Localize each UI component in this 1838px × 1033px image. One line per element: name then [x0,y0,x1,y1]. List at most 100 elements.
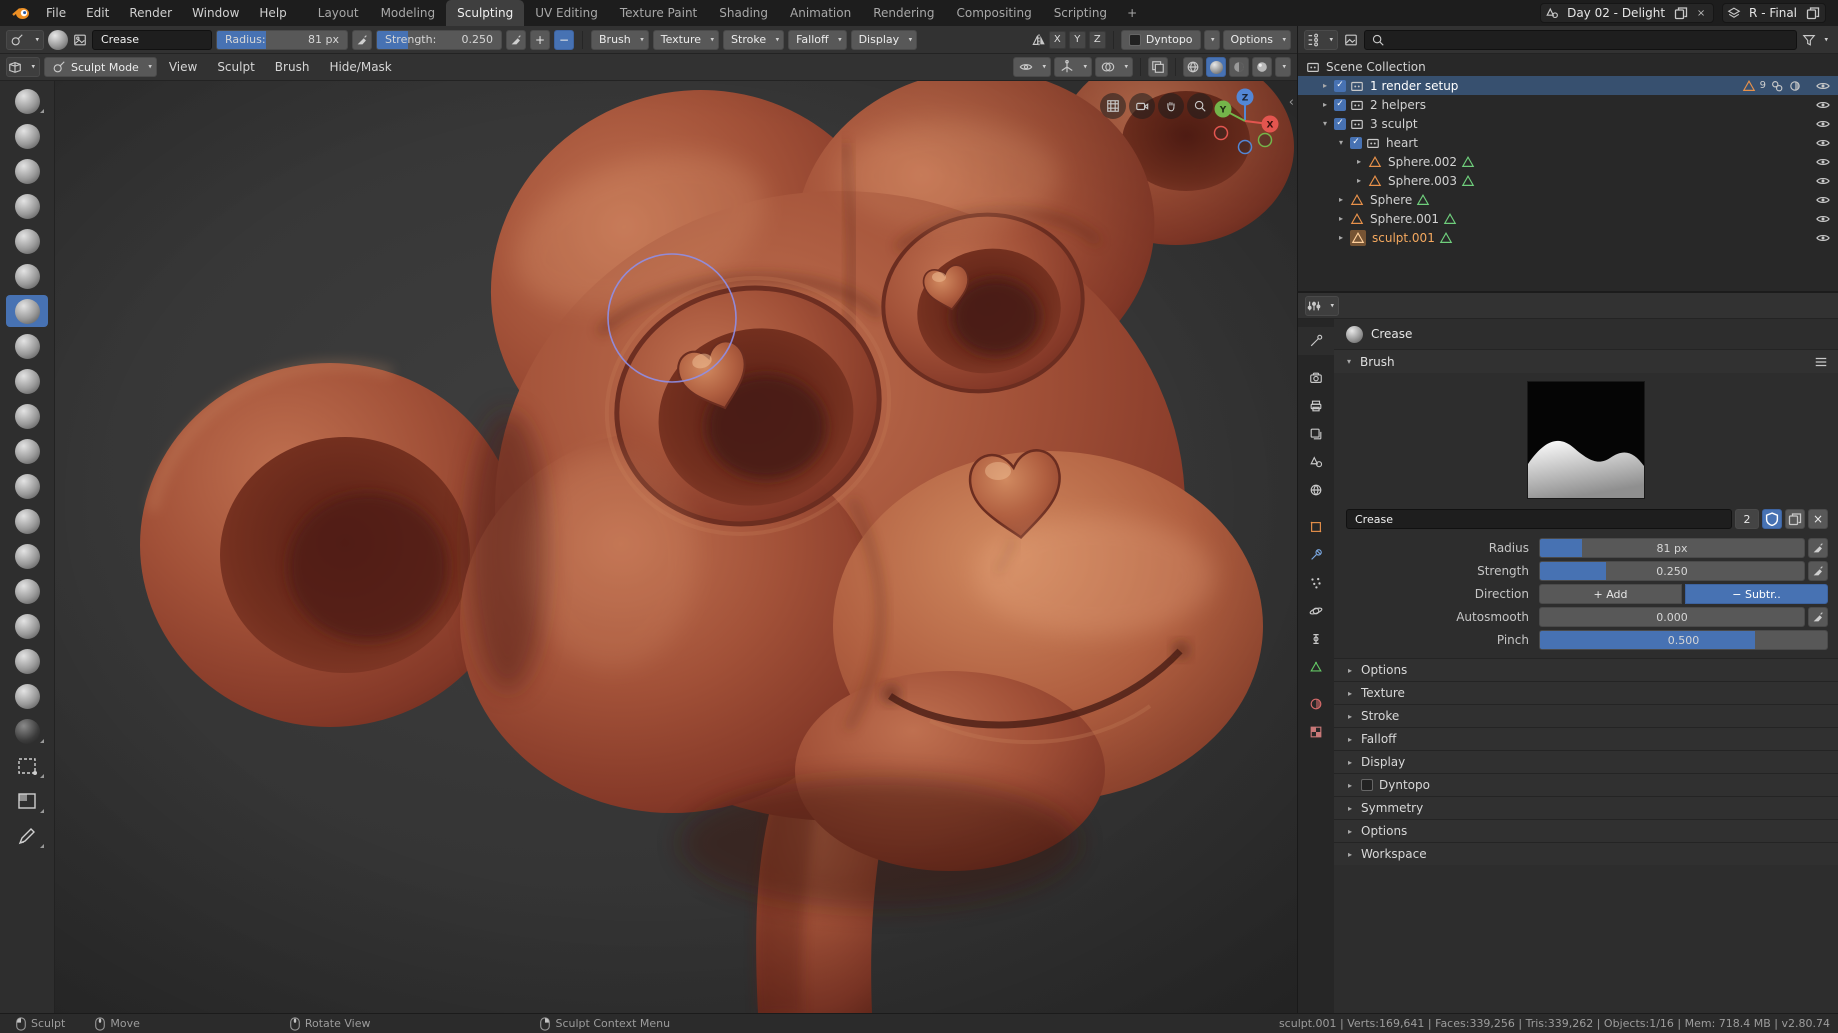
shading-wireframe-button[interactable] [1183,57,1203,77]
strength-pressure-toggle[interactable] [506,29,526,50]
visibility-toggle[interactable] [1816,117,1830,131]
tab-view-layer[interactable] [1298,420,1334,448]
menu-file[interactable]: File [36,6,76,20]
outliner-row-helpers[interactable]: ▸ ✓ 2 helpers [1298,95,1838,114]
brush-dropdown[interactable]: Brush ▾ [591,29,649,50]
outliner-editor-dropdown[interactable]: ▾ [1304,29,1338,50]
brush-smooth-button[interactable] [6,330,48,362]
blender-logo-menu[interactable] [8,4,34,22]
brush-mask-button[interactable] [6,715,48,747]
tab-texture[interactable] [1298,718,1334,746]
panel-menu-icon[interactable] [1814,355,1828,369]
stroke-dropdown[interactable]: Stroke ▾ [723,29,785,50]
outliner-row-sculpt-001[interactable]: ▸ sculpt.001 [1298,228,1838,247]
display-dropdown[interactable]: Display ▾ [850,29,918,50]
outliner-item-label[interactable]: Sphere [1368,193,1412,207]
visibility-toggle[interactable] [1816,174,1830,188]
brush-elastic-deform-button[interactable] [6,540,48,572]
brush-grab-button[interactable] [6,505,48,537]
outliner-row-heart[interactable]: ▾ ✓ heart [1298,133,1838,152]
visibility-toggle[interactable] [1816,212,1830,226]
dyntopo-toggle[interactable]: Dyntopo [1120,29,1201,50]
camera-view-button[interactable] [1129,93,1155,119]
workspace-tab-animation[interactable]: Animation [779,0,862,26]
shading-rendered-button[interactable] [1252,57,1272,77]
brush-pinch-button[interactable] [6,470,48,502]
shading-solid-button[interactable] [1206,57,1226,77]
panel-symmetry[interactable]: ▸ Symmetry [1334,796,1838,819]
brush-panel-header[interactable]: ▾ Brush [1334,349,1838,373]
collection-checkbox[interactable]: ✓ [1334,117,1346,130]
panel-falloff[interactable]: ▸ Falloff [1334,727,1838,750]
workspace-tab-shading[interactable]: Shading [708,0,779,26]
visibility-toggle[interactable] [1816,79,1830,93]
visibility-toggle[interactable] [1816,155,1830,169]
outliner-item-label[interactable]: 2 helpers [1368,98,1426,112]
outliner-row-sphere[interactable]: ▸ Sphere [1298,190,1838,209]
tab-output[interactable] [1298,392,1334,420]
collection-checkbox[interactable]: ✓ [1350,136,1362,149]
gizmo-axis-x-negative[interactable] [1213,125,1229,141]
outliner-row-sphere-002[interactable]: ▸ Sphere.002 [1298,152,1838,171]
strength-pressure-toggle[interactable] [1808,561,1828,581]
workspace-tab-texture-paint[interactable]: Texture Paint [609,0,708,26]
brush-thumb-button[interactable] [6,610,48,642]
visibility-toggle[interactable] [1816,98,1830,112]
dyntopo-checkbox[interactable] [1128,33,1141,46]
search-input[interactable] [1390,33,1790,46]
direction-subtract-toggle[interactable]: − [554,29,574,50]
brush-flatten-button[interactable] [6,365,48,397]
menu-help[interactable]: Help [249,6,296,20]
tab-scene[interactable] [1298,448,1334,476]
tab-material[interactable] [1298,690,1334,718]
workspace-tab-rendering[interactable]: Rendering [862,0,945,26]
outliner-item-label[interactable]: 3 sculpt [1368,117,1418,131]
menu-window[interactable]: Window [182,6,249,20]
brush-nudge-button[interactable] [6,645,48,677]
tab-object[interactable] [1298,513,1334,541]
brush-box-hide-button[interactable] [6,785,48,817]
disclosure-triangle-icon[interactable]: ▸ [1336,214,1346,223]
outliner-item-label[interactable]: Scene Collection [1324,60,1426,74]
delete-scene-button[interactable]: × [1693,5,1709,21]
outliner-item-label[interactable]: heart [1384,136,1418,150]
outliner-item-label[interactable]: sculpt.001 [1370,231,1435,245]
brush-fill-button[interactable] [6,400,48,432]
tab-tool[interactable] [1298,327,1334,355]
collection-checkbox[interactable]: ✓ [1334,98,1346,111]
brush-inflate-button[interactable] [6,225,48,257]
tool-annotate-button[interactable] [6,820,48,852]
brush-preview-image[interactable] [1527,381,1645,499]
workspace-tab-compositing[interactable]: Compositing [945,0,1042,26]
outliner-row-sphere-003[interactable]: ▸ Sphere.003 [1298,171,1838,190]
menu-hide-mask[interactable]: Hide/Mask [321,60,399,74]
mirror-z-toggle[interactable]: Z [1088,30,1106,49]
sidebar-toggle-arrow[interactable]: ‹ [1289,95,1294,110]
pinch-slider[interactable]: 0.500 [1539,630,1828,650]
outliner-item-label[interactable]: Sphere.002 [1386,155,1457,169]
panel-display[interactable]: ▸ Display [1334,750,1838,773]
visibility-toggle[interactable] [1816,231,1830,245]
scene-selector[interactable]: Day 02 - Delight × [1540,3,1715,23]
panel-workspace[interactable]: ▸ Workspace [1334,842,1838,865]
outliner-row-sculpt-collection[interactable]: ▾ ✓ 3 sculpt [1298,114,1838,133]
xray-toggle[interactable] [1148,57,1168,77]
brush-datablock-icon[interactable] [72,32,88,48]
radius-pressure-toggle[interactable] [352,29,372,50]
autosmooth-slider[interactable]: 0.000 [1539,607,1805,627]
workspace-tab-uv-editing[interactable]: UV Editing [524,0,609,26]
options-dropdown[interactable]: Options ▾ [1222,29,1291,50]
dyntopo-panel-checkbox[interactable] [1361,779,1373,791]
disclosure-triangle-icon[interactable]: ▾ [1320,119,1330,128]
scene-name[interactable]: Day 02 - Delight [1563,6,1669,20]
brush-scrape-button[interactable] [6,435,48,467]
panel-options[interactable]: ▸ Options [1334,658,1838,681]
radius-pressure-toggle[interactable] [1808,538,1828,558]
shading-material-button[interactable] [1229,57,1249,77]
workspace-tab-scripting[interactable]: Scripting [1043,0,1118,26]
disclosure-triangle-icon[interactable]: ▸ [1354,176,1364,185]
pan-view-button[interactable] [1158,93,1184,119]
collection-checkbox[interactable]: ✓ [1334,79,1346,92]
visibility-toggle[interactable] [1816,193,1830,207]
menu-view[interactable]: View [161,60,205,74]
